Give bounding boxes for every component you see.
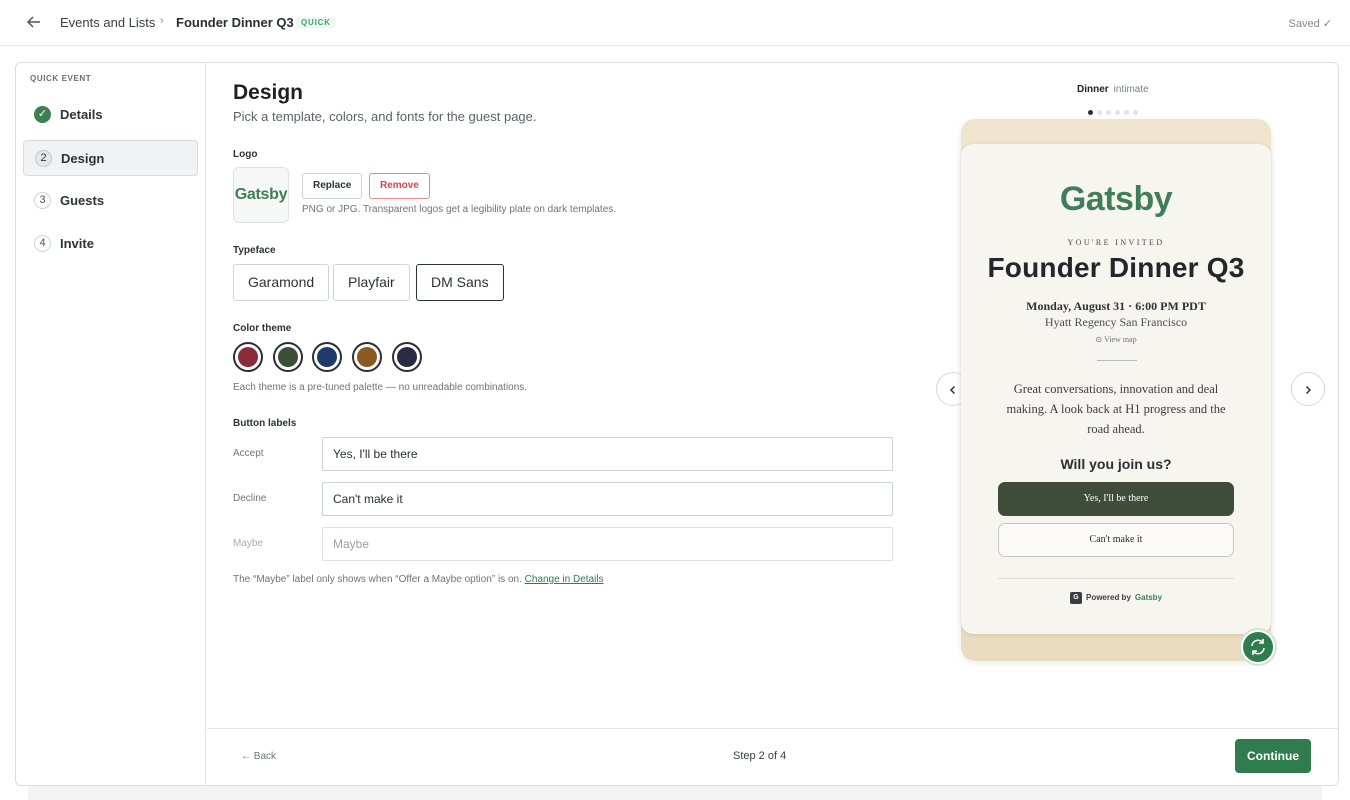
step-number: 4 [34, 235, 51, 252]
breadcrumb-current: Founder Dinner Q3 [176, 15, 294, 30]
typeface-section-label: Typeface [233, 245, 276, 256]
template-pagination[interactable] [1088, 102, 1142, 120]
sidebar-step-design[interactable]: 2 Design [23, 140, 198, 176]
accept-label-input[interactable]: Yes, I'll be there [322, 437, 893, 471]
preview-venue: Hyatt Regency San Francisco [1044, 315, 1188, 329]
quick-badge: QUICK [296, 17, 336, 28]
view-map-text: View map [1103, 335, 1137, 344]
decline-label: Decline [233, 493, 267, 504]
logo-section-label: Logo [233, 149, 258, 160]
steps-sidebar: QUICK EVENT ✓ Details 2 Design 3 Guests … [16, 63, 206, 785]
logo-hint: PNG or JPG. Transparent logos get a legi… [302, 204, 617, 215]
page-subtitle: Pick a template, colors, and fonts for t… [233, 109, 537, 124]
check-icon: ✓ [34, 106, 51, 123]
sidebar-step-details[interactable]: ✓ Details [23, 97, 198, 133]
page-title: Design [233, 81, 304, 104]
step-number: 3 [34, 192, 51, 209]
swatch-color [278, 347, 298, 367]
sidebar-step-label: Design [61, 151, 105, 166]
preview-accept-button: Yes, I'll be there [998, 482, 1234, 516]
color-swatch-midnight[interactable] [392, 342, 422, 372]
pagination-dot[interactable] [1097, 110, 1102, 115]
accept-label: Accept [233, 448, 264, 459]
sidebar-step-label: Invite [60, 236, 94, 251]
step-indicator: Step 2 of 4 [733, 750, 787, 762]
template-name: Dinner [1077, 84, 1109, 95]
maybe-label: Maybe [233, 538, 264, 549]
sidebar-step-label: Details [60, 107, 103, 122]
back-button[interactable]: ← Back [241, 751, 276, 762]
color-swatch-green[interactable] [273, 342, 303, 372]
decline-label-input[interactable]: Can't make it [322, 482, 893, 516]
preview-brand: Gatsby [1059, 180, 1173, 218]
divider [1097, 360, 1137, 361]
saved-status: Saved ✓ [1288, 18, 1332, 30]
replace-logo-button[interactable]: Replace [302, 173, 363, 199]
divider [998, 578, 1234, 579]
sidebar-step-label: Guests [60, 193, 105, 208]
maybe-note: The “Maybe” label only shows when “Offer… [233, 574, 604, 585]
step-number: 2 [35, 150, 52, 167]
pagination-dot[interactable] [1088, 110, 1093, 115]
design-content: Design Pick a template, colors, and font… [207, 63, 1338, 785]
top-bar: Events and Lists › Founder Dinner Q3 QUI… [0, 0, 1350, 46]
pagination-dot[interactable] [1133, 110, 1138, 115]
chevron-left-icon [949, 386, 956, 395]
arrow-left-icon[interactable] [24, 12, 44, 32]
preview-view-map: ⊙ View map [961, 335, 1271, 344]
chevron-right-icon [1305, 386, 1312, 395]
breadcrumb-separator: › [160, 15, 164, 27]
typeface-option-dm-sans[interactable]: DM Sans [416, 264, 504, 301]
preview-date-time: Monday, August 31 · 6:00 PM PDT [1026, 299, 1206, 313]
sidebar-step-guests[interactable]: 3 Guests [23, 183, 198, 219]
swatch-color [357, 347, 377, 367]
color-swatch-crimson[interactable] [233, 342, 263, 372]
swatch-color [317, 347, 337, 367]
maybe-label-input[interactable]: Maybe [322, 527, 893, 561]
refresh-preview-button[interactable] [1241, 630, 1275, 664]
preview-description: Great conversations, innovation and deal… [1006, 382, 1226, 436]
logo-preview-text: Gatsby [234, 186, 288, 203]
color-theme-hint: Each theme is a pre-tuned palette — no u… [233, 382, 528, 393]
color-swatch-navy[interactable] [312, 342, 342, 372]
pagination-dot[interactable] [1115, 110, 1120, 115]
sidebar-step-invite[interactable]: 4 Invite [23, 226, 198, 262]
change-in-details-link[interactable]: Change in Details [525, 574, 604, 585]
typeface-option-playfair[interactable]: Playfair [333, 264, 410, 301]
sidebar-label: QUICK EVENT [30, 74, 92, 83]
preview-question: Will you join us? [1060, 456, 1172, 472]
pagination-dot[interactable] [1106, 110, 1111, 115]
preview-decline-button: Can't make it [998, 523, 1234, 557]
refresh-icon [1251, 639, 1265, 655]
continue-button[interactable]: Continue [1235, 739, 1311, 773]
color-swatch-amber[interactable] [352, 342, 382, 372]
bottom-strip [28, 786, 1322, 800]
pagination-dot[interactable] [1124, 110, 1129, 115]
powered-by-brand: Gatsby [1134, 593, 1163, 603]
remove-logo-button[interactable]: Remove [369, 173, 430, 199]
swatch-color [397, 347, 417, 367]
logo-preview: Gatsby [233, 167, 289, 223]
next-template-button[interactable] [1291, 372, 1325, 406]
color-theme-section-label: Color theme [233, 323, 292, 334]
wizard-footer: ← Back Step 2 of 4 Continue [207, 728, 1338, 785]
template-tabs[interactable]: Dinner intimate [1077, 84, 1149, 95]
template-variant: intimate [1113, 84, 1149, 95]
swatch-color [238, 347, 258, 367]
preview-event-title: Founder Dinner Q3 [987, 252, 1245, 283]
powered-by-text: Powered by [1085, 593, 1131, 603]
powered-by: G Powered by Gatsby [961, 592, 1271, 604]
gatsby-logo-icon: G [1069, 592, 1082, 604]
button-labels-section-label: Button labels [233, 418, 297, 429]
typeface-option-garamond[interactable]: Garamond [233, 264, 330, 301]
invitation-preview-card: Gatsby YOU'RE INVITED Founder Dinner Q3 … [961, 144, 1271, 634]
preview-invited: YOU'RE INVITED [1067, 238, 1165, 247]
breadcrumb-events-and-lists[interactable]: Events and Lists [60, 15, 155, 30]
map-pin-icon: ⊙ [1095, 335, 1103, 344]
wizard-frame: QUICK EVENT ✓ Details 2 Design 3 Guests … [15, 62, 1339, 786]
maybe-note-text: The “Maybe” label only shows when “Offer… [233, 574, 522, 585]
